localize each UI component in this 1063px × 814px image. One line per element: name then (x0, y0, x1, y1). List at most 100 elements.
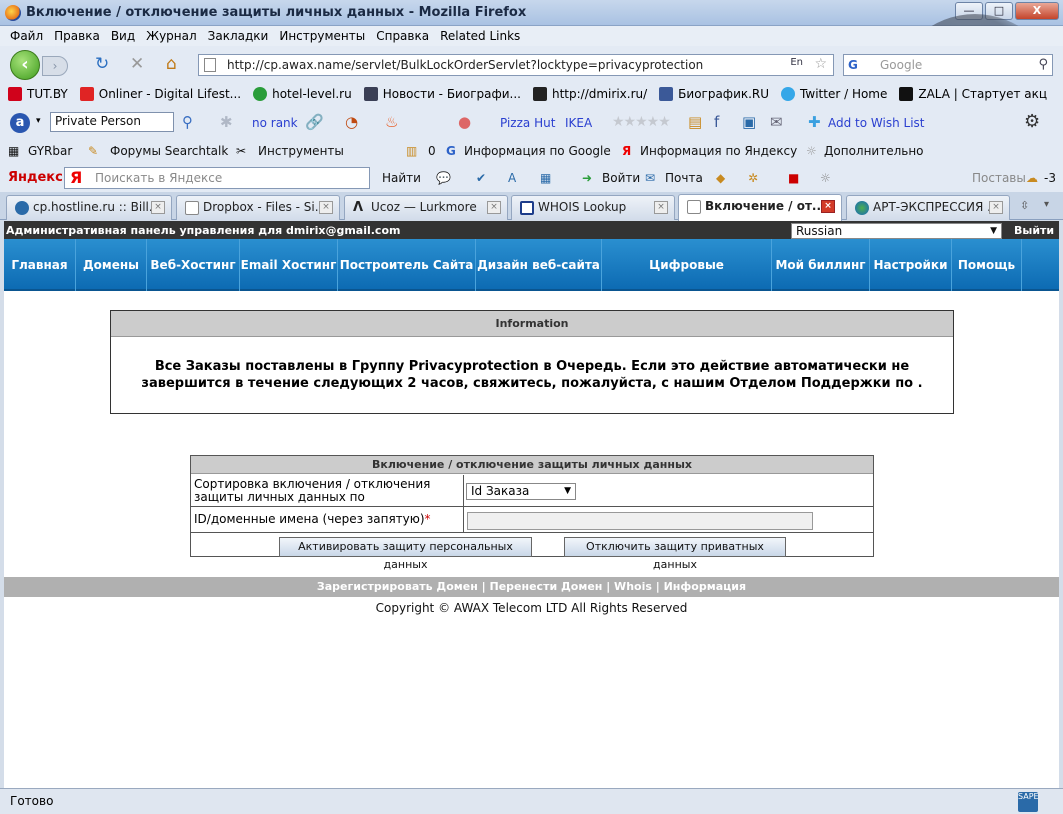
nav-my-billing[interactable]: Мой биллинг (772, 239, 870, 291)
close-button[interactable]: X (1015, 2, 1059, 20)
sape-icon[interactable]: SAPE (1018, 792, 1039, 812)
checklist-icon[interactable]: ✔ (476, 171, 486, 185)
cog-icon[interactable]: ✲ (748, 171, 758, 185)
search-box[interactable]: G Google ⚲ (843, 54, 1053, 76)
tab-close-icon[interactable]: × (821, 200, 835, 213)
alexa-rank[interactable]: no rank (252, 116, 298, 130)
menu-bookmarks[interactable]: Закладки (208, 26, 269, 46)
clock-icon[interactable]: ◔ (345, 114, 358, 130)
google-icon[interactable]: G (848, 58, 858, 72)
link-add-to-wish-list[interactable]: Add to Wish List (828, 116, 925, 130)
tab-lurkmore[interactable]: Λ Ucoz — Lurkmore × (344, 195, 508, 220)
tab-close-icon[interactable]: × (654, 201, 668, 214)
yandex-logo[interactable]: Яндекс (8, 170, 63, 185)
forums-button[interactable]: Форумы Searchtalk (110, 144, 228, 158)
yandex-search-input[interactable]: Я Поискать в Яндексе (64, 167, 370, 189)
tab-whois[interactable]: WHOIS Lookup × (511, 195, 675, 220)
grid-icon[interactable]: ▦ (540, 171, 551, 185)
logout-link[interactable]: Выйти (1014, 224, 1054, 237)
menu-history[interactable]: Журнал (146, 26, 197, 46)
facebook-share-icon[interactable]: f (714, 114, 719, 130)
language-select[interactable]: Russian ▼ (791, 223, 1002, 239)
bookmark-dmirix[interactable]: http://dmirix.ru/ (532, 87, 647, 101)
bookmark-onliner[interactable]: Onliner - Digital Lifest... (79, 87, 241, 101)
settings-gear-icon[interactable]: ⚙ (1024, 113, 1040, 131)
translate-icon[interactable]: A (508, 171, 516, 185)
nav-web-hosting[interactable]: Веб-Хостинг (147, 239, 240, 291)
bookmark-hotel-level[interactable]: hotel-level.ru (253, 87, 352, 101)
disable-protection-button[interactable]: Отключить защиту приватных данных (564, 537, 786, 571)
gear-icon[interactable]: ✱ (220, 114, 233, 130)
language-indicator[interactable]: En (790, 57, 803, 68)
stop-icon[interactable]: ✕ (130, 54, 144, 74)
notepad-icon[interactable]: ▤ (688, 114, 702, 130)
nav-home[interactable]: Главная (4, 239, 76, 291)
magnifier-icon[interactable]: ⚲ (182, 114, 193, 130)
bookmark-tutby[interactable]: TUT.BY (8, 87, 68, 101)
nav-email-hosting[interactable]: Email Хостинг (240, 239, 338, 291)
yandex-mail-button[interactable]: Почта (665, 171, 703, 185)
tab-hostline[interactable]: cp.hostline.ru :: Bill... × (6, 195, 172, 220)
bookmark-biografik[interactable]: Биографик.RU (659, 87, 769, 101)
alexa-dropdown-icon[interactable]: ▾ (36, 116, 41, 126)
link-icon[interactable]: 🔗 (305, 114, 324, 130)
tab-close-icon[interactable]: × (319, 201, 333, 214)
bookmark-twitter[interactable]: Twitter / Home (781, 87, 887, 101)
instruments-button[interactable]: Инструменты (258, 144, 344, 158)
reload-icon[interactable]: ↻ (95, 54, 109, 74)
back-arrow-icon[interactable]: ‹ (10, 50, 40, 80)
weather-temperature[interactable]: -3 (1044, 171, 1056, 185)
more-button[interactable]: Дополнительно (824, 144, 924, 158)
menu-tools[interactable]: Инструменты (279, 26, 365, 46)
nav-domains[interactable]: Домены (76, 239, 147, 291)
yandex-find-button[interactable]: Найти (382, 171, 421, 185)
menu-file[interactable]: Файл (10, 26, 43, 46)
url-text[interactable]: http://cp.awax.name/servlet/BulkLockOrde… (227, 58, 703, 72)
bookmark-zala[interactable]: ZALA | Стартует акц (899, 87, 1047, 101)
nav-help[interactable]: Помощь (952, 239, 1022, 291)
nav-web-design[interactable]: Дизайн веб-сайта (476, 239, 602, 291)
address-bar[interactable]: http://cp.awax.name/servlet/BulkLockOrde… (198, 54, 834, 76)
link-ikea[interactable]: IKEA (565, 116, 592, 130)
yandex-info-button[interactable]: Информация по Яндексу (640, 144, 797, 158)
share-icon[interactable]: ▣ (742, 114, 756, 130)
tab-close-icon[interactable]: × (151, 201, 165, 214)
yandex-posts-label[interactable]: Поставы (972, 171, 1026, 185)
money-icon[interactable]: ◆ (716, 171, 725, 185)
tab-dropbox[interactable]: Dropbox - Files - Si... × (176, 195, 340, 220)
tab-list-icon[interactable]: ⇳ (1020, 199, 1029, 212)
pin-icon[interactable]: ● (458, 114, 471, 130)
menu-view[interactable]: Вид (111, 26, 135, 46)
home-icon[interactable]: ⌂ (166, 54, 177, 74)
apps-icon[interactable]: ■ (788, 171, 799, 185)
tab-close-icon[interactable]: × (989, 201, 1003, 214)
gyrbar-button[interactable]: GYRbar (28, 144, 72, 158)
alexa-icon[interactable]: a (10, 113, 30, 133)
tab-close-icon[interactable]: × (487, 201, 501, 214)
nav-settings[interactable]: Настройки (870, 239, 952, 291)
yandex-login-button[interactable]: Войти (602, 171, 640, 185)
search-icon[interactable]: ⚲ (1038, 57, 1048, 72)
maximize-button[interactable]: □ (985, 2, 1013, 20)
mail-icon[interactable]: ✉ (770, 114, 783, 130)
tab-dropdown-icon[interactable]: ▾ (1044, 199, 1049, 210)
wishlist-icon[interactable]: ✚ (808, 114, 821, 130)
menu-edit[interactable]: Правка (54, 26, 100, 46)
minimize-button[interactable]: — (955, 2, 983, 20)
tab-privacy-protection[interactable]: Включение / от... × (678, 194, 842, 221)
activate-protection-button[interactable]: Активировать защиту персональных данных (279, 537, 532, 571)
footer-links[interactable]: Зарегистрировать Домен | Перенести Домен… (4, 577, 1059, 597)
link-pizza-hut[interactable]: Pizza Hut (500, 116, 555, 130)
nav-digital-certificates[interactable]: Цифровые сертификаты (602, 239, 772, 324)
tab-art-expression[interactable]: АРТ-ЭКСПРЕССИЯ ... × (846, 195, 1010, 220)
settings-small-icon[interactable]: ☼ (820, 171, 831, 185)
sort-select[interactable]: Id Заказа ▼ (466, 483, 576, 500)
bookmark-biography-news[interactable]: Новости - Биографи... (363, 87, 521, 101)
alexa-search-input[interactable]: Private Person (50, 112, 174, 132)
rating-stars-icon[interactable]: ★★★★★ (612, 114, 671, 130)
bookmark-star-icon[interactable]: ☆ (814, 56, 827, 72)
nav-site-builder[interactable]: Построитель Сайта (338, 239, 476, 291)
menu-help[interactable]: Справка (376, 26, 429, 46)
speech-bubble-icon[interactable]: 💬 (436, 171, 451, 185)
forward-arrow-icon[interactable]: › (42, 56, 68, 76)
